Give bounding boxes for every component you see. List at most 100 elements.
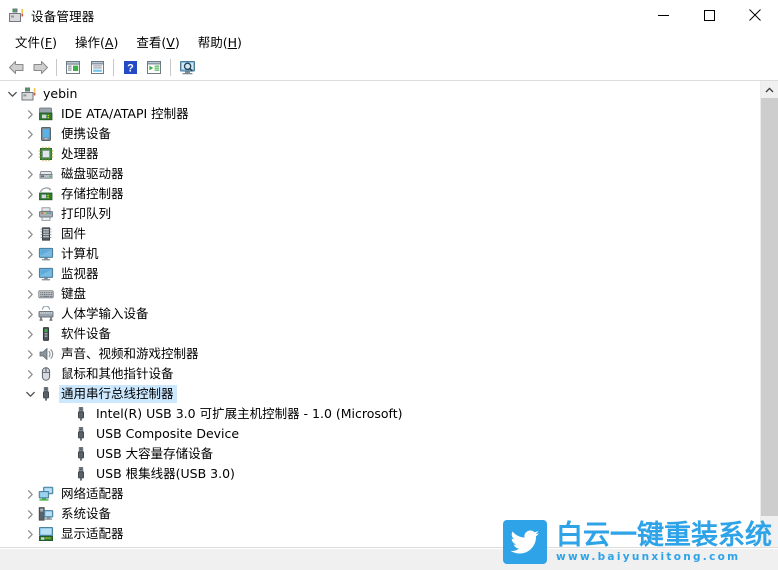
tree-row-label: 固件	[61, 226, 87, 241]
forward-button[interactable]	[28, 56, 52, 78]
tree-row[interactable]: 计算机	[0, 244, 760, 264]
tree-row-label: 通用串行总线控制器	[59, 385, 177, 403]
tree-row[interactable]: 鼠标和其他指针设备	[0, 364, 760, 384]
tree-row[interactable]: 打印队列	[0, 204, 760, 224]
device-tree[interactable]: yebin IDE ATA/ATAPI 控制器 便携设备 处理器磁盘驱动器存储控制器打…	[0, 81, 760, 547]
device-manager-window: 设备管理器 文件(F) 操作(A) 查看(V) 帮助(H) ? yebin ID…	[0, 0, 778, 570]
chevron-right-icon[interactable]	[22, 504, 38, 524]
printer-icon	[38, 206, 54, 222]
chevron-up-icon	[765, 86, 774, 92]
tree-row[interactable]: 通用串行总线控制器	[0, 384, 760, 404]
chevron-right-icon[interactable]	[22, 244, 38, 264]
title-bar: 设备管理器	[0, 0, 778, 30]
tree-row[interactable]: 声音、视频和游戏控制器	[0, 344, 760, 364]
menu-view[interactable]: 查看(V)	[127, 30, 188, 54]
tree-row[interactable]: USB 根集线器(USB 3.0)	[0, 464, 760, 484]
scrollbar-thumb[interactable]	[761, 98, 778, 516]
monitor-search-button[interactable]	[175, 56, 199, 78]
chevron-right-icon[interactable]	[22, 284, 38, 304]
tree-row-label: 鼠标和其他指针设备	[61, 366, 174, 381]
chevron-right-icon[interactable]	[22, 364, 38, 384]
properties-button[interactable]	[61, 56, 85, 78]
tree-row-label: yebin	[43, 86, 78, 101]
tree-row-label: 软件设备	[61, 326, 112, 341]
tree-row[interactable]: 网络适配器	[0, 484, 760, 504]
usb-icon	[73, 446, 89, 462]
tree-row-label: 键盘	[61, 286, 87, 301]
toolbar: ?	[0, 54, 778, 81]
scan-hardware-changes-button[interactable]	[142, 56, 166, 78]
tree-row[interactable]: 显示适配器	[0, 524, 760, 544]
tree-row[interactable]: 监视器	[0, 264, 760, 284]
chevron-right-icon[interactable]	[22, 104, 38, 124]
menu-file[interactable]: 文件(F)	[6, 30, 66, 54]
chevron-right-icon[interactable]	[22, 304, 38, 324]
scrollbar-track[interactable]	[761, 98, 778, 547]
tree-row[interactable]: 处理器	[0, 144, 760, 164]
network-adapter-icon	[38, 486, 54, 502]
tree-row[interactable]: USB Composite Device	[0, 424, 760, 444]
help-button[interactable]: ?	[118, 56, 142, 78]
device-manager-icon	[8, 7, 24, 23]
minimize-button[interactable]	[640, 0, 686, 30]
list-view-button[interactable]	[85, 56, 109, 78]
tree-row-label: 显示适配器	[61, 526, 124, 541]
svg-text:?: ?	[127, 62, 134, 74]
menu-action-accel: A	[104, 35, 114, 50]
scrollbar-up-button[interactable]	[761, 81, 778, 98]
menu-help[interactable]: 帮助(H)	[189, 30, 251, 54]
chevron-right-icon[interactable]	[22, 184, 38, 204]
chevron-right-icon[interactable]	[22, 124, 38, 144]
back-button[interactable]	[4, 56, 28, 78]
display-adapter-icon	[38, 526, 54, 542]
processor-icon	[38, 146, 54, 162]
tree-row[interactable]: IDE ATA/ATAPI 控制器	[0, 104, 760, 124]
toolbar-separator-3	[170, 58, 171, 76]
usb-icon	[73, 406, 89, 422]
toolbar-separator-1	[56, 58, 57, 76]
menu-file-label: 文件	[15, 35, 41, 50]
menu-file-accel: F	[44, 35, 53, 50]
tree-row-label: USB 根集线器(USB 3.0)	[96, 466, 235, 481]
tree-row[interactable]: 存储控制器	[0, 184, 760, 204]
menu-help-label: 帮助	[197, 35, 223, 50]
chevron-right-icon[interactable]	[22, 264, 38, 284]
usb-icon	[38, 386, 54, 402]
chevron-down-icon[interactable]	[22, 384, 38, 404]
vertical-scrollbar[interactable]	[760, 81, 778, 547]
tree-row-label: 打印队列	[61, 206, 112, 221]
toolbar-separator-2	[113, 58, 114, 76]
tree-row[interactable]: 系统设备	[0, 504, 760, 524]
chevron-right-icon[interactable]	[22, 144, 38, 164]
ide-controller-icon	[38, 106, 54, 122]
tree-row[interactable]: 人体学输入设备	[0, 304, 760, 324]
chevron-right-icon[interactable]	[22, 204, 38, 224]
tree-row-label: 磁盘驱动器	[61, 166, 124, 181]
tree-row[interactable]: Intel(R) USB 3.0 可扩展主机控制器 - 1.0 (Microso…	[0, 404, 760, 424]
tree-row[interactable]: 软件设备	[0, 324, 760, 344]
tree-row[interactable]: 便携设备	[0, 124, 760, 144]
menu-action[interactable]: 操作(A)	[66, 30, 127, 54]
menu-view-accel: V	[166, 35, 175, 50]
tree-row[interactable]: yebin	[0, 84, 760, 104]
chevron-right-icon[interactable]	[22, 344, 38, 364]
chevron-right-icon[interactable]	[22, 224, 38, 244]
tree-row-label: USB 大容量存储设备	[96, 446, 214, 461]
chevron-right-icon[interactable]	[22, 524, 38, 544]
disk-drive-icon	[38, 166, 54, 182]
chevron-right-icon[interactable]	[22, 164, 38, 184]
tree-row-label: 系统设备	[61, 506, 112, 521]
chevron-right-icon[interactable]	[22, 324, 38, 344]
tree-row[interactable]: 固件	[0, 224, 760, 244]
monitor-icon	[38, 266, 54, 282]
chevron-right-icon[interactable]	[22, 484, 38, 504]
tree-row[interactable]: 磁盘驱动器	[0, 164, 760, 184]
close-button[interactable]	[732, 0, 778, 30]
menu-action-label: 操作	[75, 35, 101, 50]
chevron-down-icon[interactable]	[4, 84, 20, 104]
tree-row[interactable]: USB 大容量存储设备	[0, 444, 760, 464]
tree-row[interactable]: 键盘	[0, 284, 760, 304]
maximize-button[interactable]	[686, 0, 732, 30]
menu-bar: 文件(F) 操作(A) 查看(V) 帮助(H)	[0, 30, 778, 54]
storage-controller-icon	[38, 186, 54, 202]
